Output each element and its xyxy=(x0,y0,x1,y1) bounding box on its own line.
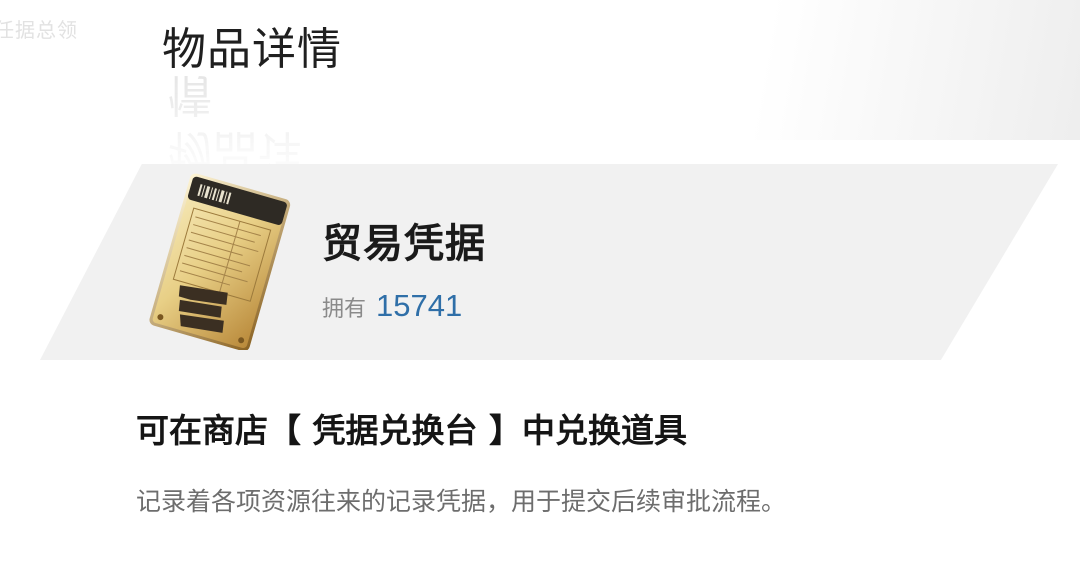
page-header: 物品详情 物品详情 xyxy=(162,22,342,176)
item-description: 记录着各项资源往来的记录凭据，用于提交后续审批流程。 xyxy=(136,487,787,516)
exchange-note: 可在商店【 凭据兑换台 】中兑换道具 xyxy=(136,411,687,450)
owned-label: 拥有 xyxy=(322,297,367,322)
page-title: 物品详情 xyxy=(162,24,342,75)
header-corner-text: 任据总领 xyxy=(0,18,78,42)
item-name: 贸易凭据 xyxy=(322,221,486,267)
owned-count: 15741 xyxy=(376,288,463,323)
trade-voucher-card-icon xyxy=(130,172,300,352)
owned-count-row: 拥有 15741 xyxy=(322,288,462,324)
